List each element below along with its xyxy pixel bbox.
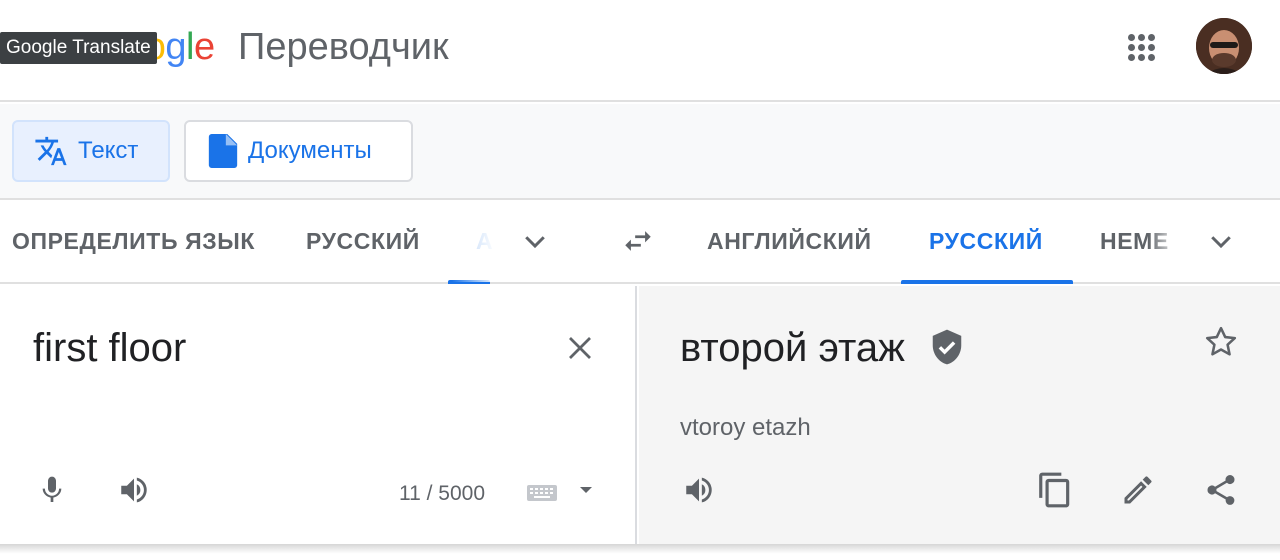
translation-output: второй этаж xyxy=(680,326,966,371)
edit-translation-button[interactable] xyxy=(1114,466,1162,514)
source-text-input[interactable]: first floor xyxy=(33,326,186,371)
clear-source-button[interactable] xyxy=(556,324,604,372)
text-mode-label: Текст xyxy=(78,137,139,164)
source-lang-detect[interactable]: ОПРЕДЕЛИТЬ ЯЗЫК xyxy=(12,228,255,255)
apps-grid-icon xyxy=(1118,24,1166,72)
documents-mode-button[interactable]: Документы xyxy=(184,120,413,182)
listen-translation-button[interactable] xyxy=(675,466,723,514)
source-lang-russian[interactable]: РУССКИЙ xyxy=(306,228,420,255)
verified-shield-icon[interactable] xyxy=(928,327,966,367)
panel-bottom-shadow xyxy=(0,544,1280,560)
swap-icon xyxy=(625,231,651,251)
close-icon xyxy=(569,337,591,359)
documents-mode-label: Документы xyxy=(248,137,372,164)
share-icon xyxy=(1207,475,1235,505)
source-lang-more-button[interactable] xyxy=(512,218,558,264)
target-lang-fade xyxy=(1148,200,1192,282)
source-panel: first floor 11 / 5000 xyxy=(0,286,637,546)
translate-icon xyxy=(35,136,67,166)
app-header: Google Переводчик Google Translate xyxy=(0,0,1280,102)
user-avatar[interactable] xyxy=(1196,18,1252,74)
copy-icon xyxy=(1039,472,1070,508)
target-lang-more-button[interactable] xyxy=(1198,218,1244,264)
chevron-down-icon xyxy=(1211,236,1231,249)
microphone-icon xyxy=(42,476,62,502)
listen-source-button[interactable] xyxy=(110,466,158,514)
speaker-icon xyxy=(686,477,712,503)
keyboard-icon xyxy=(527,485,557,501)
keyboard-options-button[interactable] xyxy=(572,478,600,502)
keyboard-button[interactable] xyxy=(522,478,562,508)
speaker-icon xyxy=(121,477,147,503)
character-counter: 11 / 5000 xyxy=(399,482,486,505)
source-lang-fade xyxy=(452,200,512,282)
text-mode-button[interactable]: Текст xyxy=(12,120,170,182)
share-translation-button[interactable] xyxy=(1197,466,1245,514)
apps-grid-button[interactable] xyxy=(1118,24,1166,72)
logo-tooltip: Google Translate xyxy=(0,32,157,64)
avatar-photo xyxy=(1196,18,1252,74)
transliteration: vtoroy etazh xyxy=(680,414,811,441)
save-translation-button[interactable] xyxy=(1197,318,1245,366)
voice-input-button[interactable] xyxy=(28,466,76,514)
target-panel: второй этаж vtoroy etazh xyxy=(639,286,1280,546)
product-name: Переводчик xyxy=(238,26,449,68)
chevron-down-icon xyxy=(525,236,545,249)
target-lang-english[interactable]: АНГЛИЙСКИЙ xyxy=(707,228,872,255)
copy-translation-button[interactable] xyxy=(1031,466,1079,514)
target-lang-russian[interactable]: РУССКИЙ xyxy=(929,228,1043,255)
target-lang-indicator xyxy=(901,280,1073,284)
caret-down-icon xyxy=(580,487,592,493)
swap-languages-button[interactable] xyxy=(614,218,662,264)
language-bar: ОПРЕДЕЛИТЬ ЯЗЫК РУССКИЙ А АНГЛИЙСКИЙ РУС… xyxy=(0,200,1280,284)
document-icon xyxy=(208,134,238,168)
star-outline-icon xyxy=(1205,326,1237,356)
mode-bar: Текст Документы xyxy=(0,104,1280,200)
translation-text: второй этаж xyxy=(680,326,905,370)
pencil-icon xyxy=(1124,476,1152,504)
